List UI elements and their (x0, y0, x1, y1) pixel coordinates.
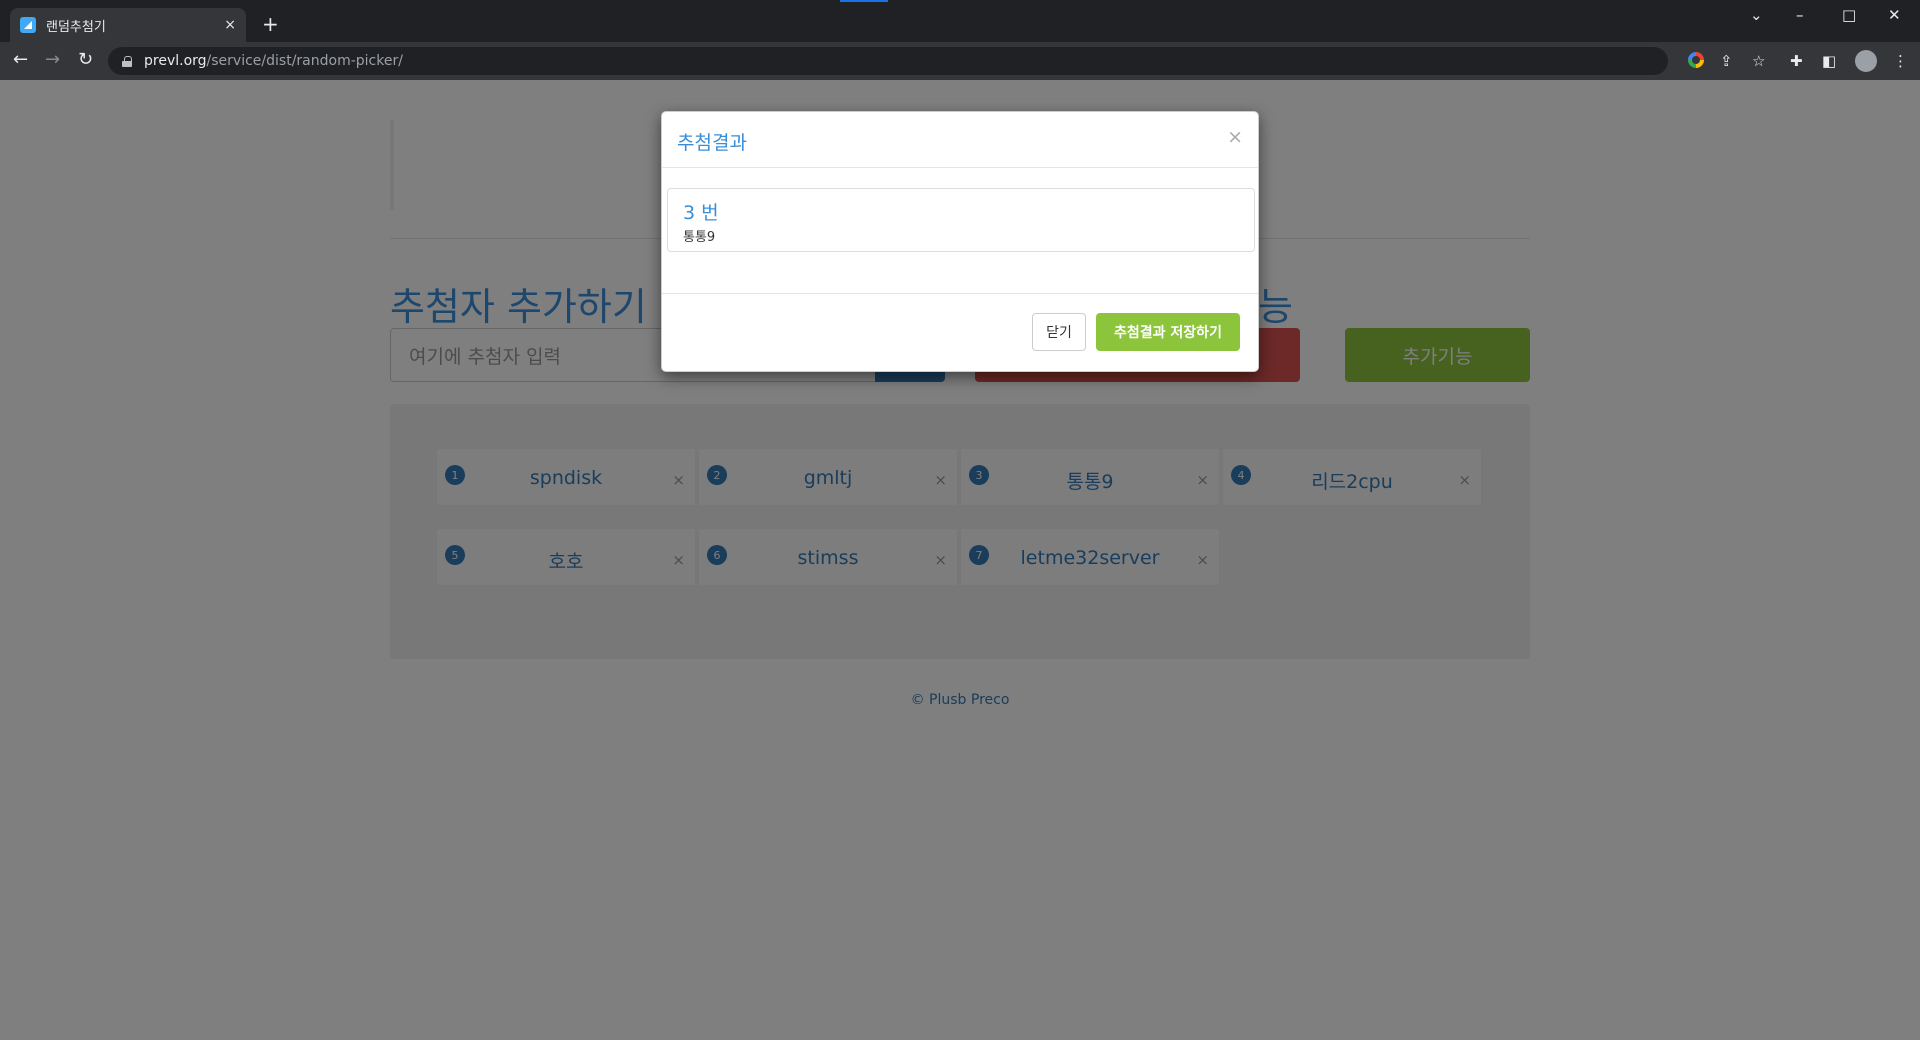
menu-kebab-icon[interactable]: ⋮ (1893, 52, 1908, 70)
close-window-button[interactable]: ✕ (1888, 6, 1901, 24)
side-panel-icon[interactable]: ◧ (1822, 52, 1836, 70)
forward-arrow-icon[interactable]: → (45, 50, 60, 70)
url-path: /service/dist/random-picker/ (206, 53, 403, 69)
result-card: 3 번 통통9 (667, 188, 1255, 252)
modal-footer: 닫기 추첨결과 저장하기 (662, 293, 1258, 373)
favicon-icon (20, 17, 36, 33)
modal-close-icon[interactable]: × (1227, 126, 1243, 148)
result-number: 3 번 (683, 202, 719, 224)
tab-title: 랜덤추첨기 (46, 19, 106, 35)
bookmark-star-icon[interactable]: ☆ (1752, 52, 1765, 70)
modal-title: 추첨결과 (677, 132, 747, 154)
profile-avatar[interactable] (1855, 50, 1877, 72)
result-modal: 추첨결과 × 3 번 통통9 닫기 추첨결과 저장하기 (661, 111, 1259, 372)
minimize-button[interactable]: – (1796, 6, 1804, 24)
address-bar[interactable]: prevl.org/service/dist/random-picker/ (108, 47, 1668, 75)
result-name: 통통9 (683, 230, 716, 245)
browser-tab-active[interactable]: 랜덤추첨기 × (10, 8, 246, 42)
browser-tabbar: 랜덤추첨기 × + ⌄ – □ ✕ (0, 0, 1920, 42)
lock-icon[interactable] (122, 55, 132, 67)
share-icon[interactable]: ⇪ (1720, 52, 1733, 70)
tab-close-icon[interactable]: × (224, 17, 236, 33)
close-button[interactable]: 닫기 (1032, 313, 1086, 351)
save-result-button[interactable]: 추첨결과 저장하기 (1096, 313, 1240, 351)
modal-header: 추첨결과 × (662, 112, 1258, 168)
tab-drag-indicator (840, 0, 888, 2)
tab-search-icon[interactable]: ⌄ (1750, 6, 1763, 24)
back-arrow-icon[interactable]: ← (13, 50, 28, 70)
reload-icon[interactable]: ↻ (78, 50, 93, 70)
maximize-button[interactable]: □ (1842, 6, 1856, 24)
google-lens-icon[interactable] (1688, 52, 1704, 68)
url-host: prevl.org (144, 53, 207, 69)
new-tab-button[interactable]: + (262, 12, 279, 36)
browser-toolbar: ← → ↻ prevl.org/service/dist/random-pick… (0, 42, 1920, 80)
extensions-icon[interactable]: ✚ (1790, 52, 1803, 70)
